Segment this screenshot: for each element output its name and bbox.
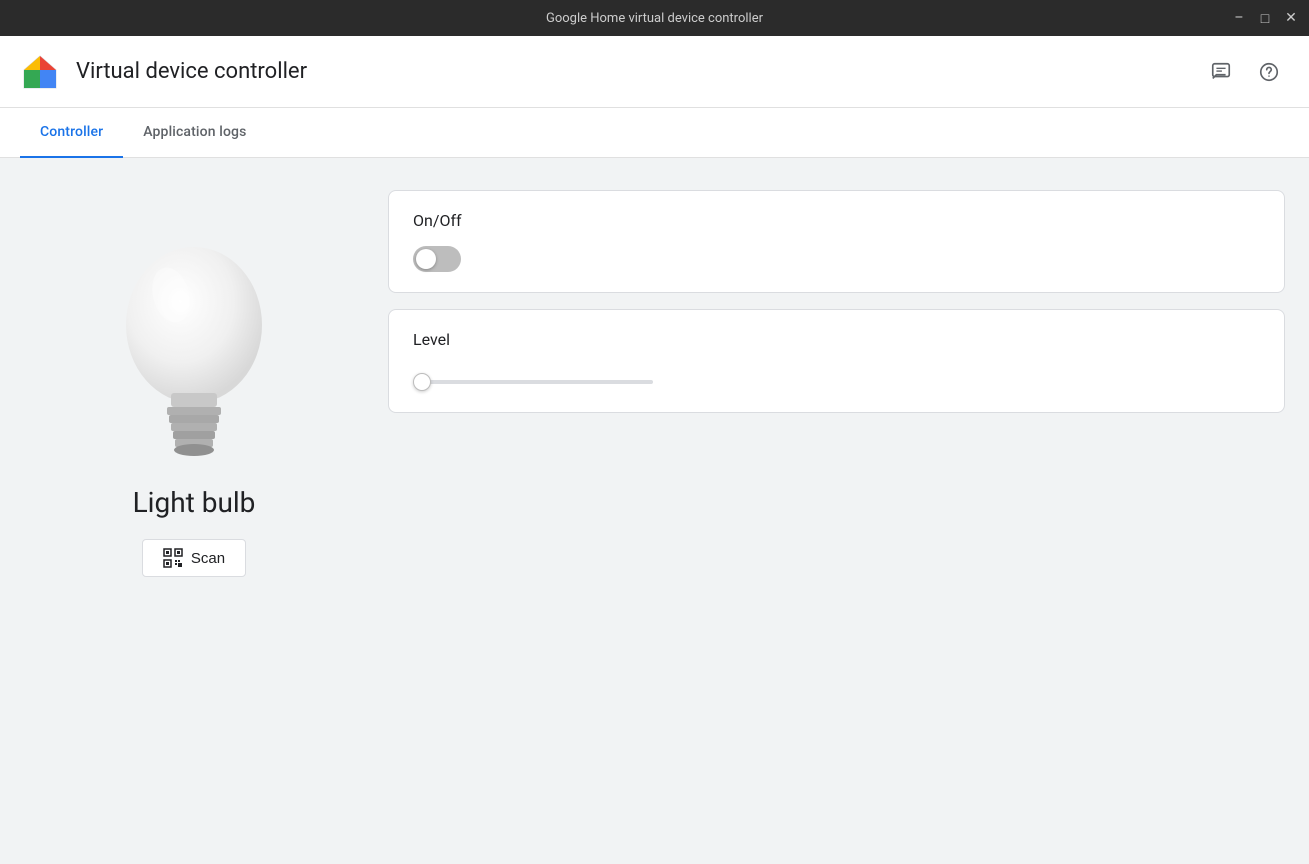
tabs-bar: Controller Application logs — [0, 108, 1309, 158]
close-button[interactable]: ✕ — [1281, 8, 1301, 28]
title-bar: Google Home virtual device controller – … — [0, 0, 1309, 36]
left-panel: Light bulb Scan — [24, 182, 364, 840]
app-header: Virtual device controller — [0, 36, 1309, 108]
tab-controller[interactable]: Controller — [20, 108, 123, 158]
feedback-icon — [1210, 61, 1232, 83]
level-label: Level — [413, 330, 1260, 349]
header-actions — [1201, 52, 1289, 92]
device-name: Light bulb — [133, 486, 256, 519]
scan-button[interactable]: Scan — [142, 539, 246, 577]
main-content: Light bulb Scan On/Off — [0, 158, 1309, 864]
device-image — [104, 242, 284, 462]
lightbulb-svg — [109, 245, 279, 460]
toggle-thumb — [416, 249, 436, 269]
feedback-button[interactable] — [1201, 52, 1241, 92]
minimize-button[interactable]: – — [1229, 8, 1249, 28]
on-off-label: On/Off — [413, 211, 1260, 230]
window-title: Google Home virtual device controller — [546, 11, 763, 26]
right-panel: On/Off Level — [388, 182, 1285, 840]
help-icon — [1258, 61, 1280, 83]
on-off-toggle[interactable] — [413, 246, 461, 272]
slider-container — [413, 365, 1260, 392]
tab-application-logs[interactable]: Application logs — [123, 108, 266, 158]
window-controls: – □ ✕ — [1229, 8, 1301, 28]
app-title: Virtual device controller — [76, 59, 1201, 84]
help-button[interactable] — [1249, 52, 1289, 92]
level-slider[interactable] — [413, 380, 653, 384]
level-card: Level — [388, 309, 1285, 413]
qr-icon — [163, 548, 183, 568]
app-logo — [20, 52, 60, 92]
scan-button-label: Scan — [191, 550, 225, 567]
on-off-card: On/Off — [388, 190, 1285, 293]
maximize-button[interactable]: □ — [1255, 8, 1275, 28]
